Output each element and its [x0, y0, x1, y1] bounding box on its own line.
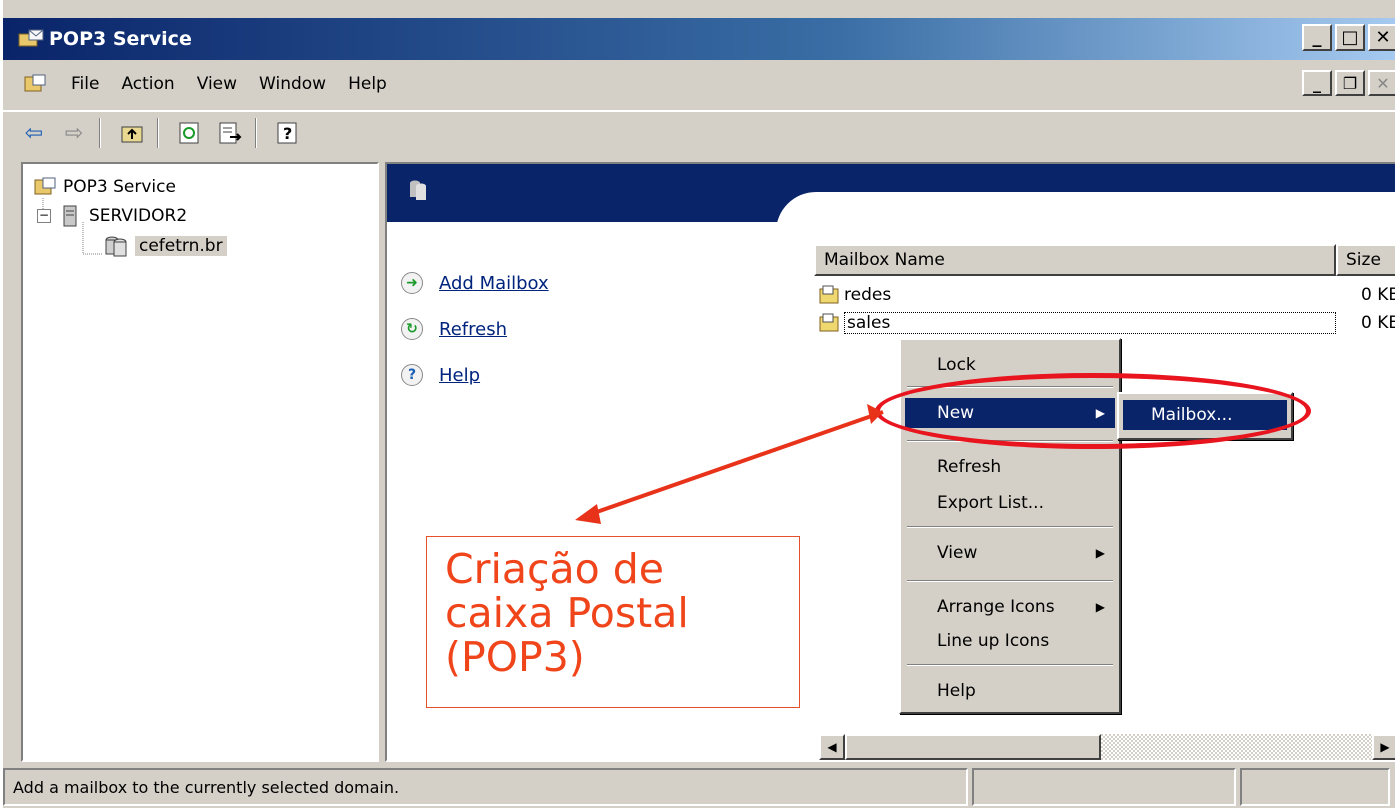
menu-separator — [907, 526, 1113, 528]
menu-item-arrange-icons-label: Arrange Icons — [937, 597, 1055, 617]
submenu-arrow-icon: ▶ — [1095, 600, 1105, 614]
list-item[interactable]: redes 0 KB — [814, 282, 1395, 308]
forward-arrow-icon[interactable]: ⇨ — [57, 116, 91, 150]
refresh-icon: ↻ — [401, 318, 423, 340]
mdi-close-button[interactable]: ✕ — [1368, 70, 1395, 96]
close-button[interactable]: ✕ — [1368, 24, 1395, 51]
submenu-arrow-icon: ▶ — [1095, 546, 1105, 560]
mailbox-name: sales — [844, 312, 1337, 334]
maximize-button[interactable]: □ — [1335, 24, 1365, 51]
menu-item-new-label: New — [937, 403, 975, 423]
menu-item-lock[interactable]: Lock — [905, 350, 1115, 380]
status-panel-2 — [972, 768, 1236, 806]
menu-separator — [907, 664, 1113, 666]
task-add-mailbox[interactable]: ➜ Add Mailbox — [401, 272, 549, 294]
callout-line-2: caixa Postal — [445, 589, 689, 637]
submenu-arrow-icon: ▶ — [1095, 406, 1105, 420]
back-arrow-icon[interactable]: ⇦ — [17, 116, 51, 150]
menu-window[interactable]: Window — [259, 74, 326, 94]
list-item[interactable]: sales 0 KB — [814, 310, 1395, 336]
horizontal-scrollbar[interactable]: ◀ ▶ — [819, 734, 1395, 760]
menu-separator — [907, 386, 1113, 388]
menu-item-new[interactable]: New ▶ — [905, 398, 1115, 428]
collapse-minus-icon[interactable]: − — [37, 209, 51, 223]
toolbar-separator — [157, 118, 159, 148]
export-list-icon[interactable] — [213, 116, 247, 150]
taskpad-header — [387, 164, 1395, 232]
minimize-button[interactable]: _ — [1302, 24, 1332, 51]
toolbar-separator — [99, 118, 101, 148]
scroll-thumb[interactable] — [845, 734, 1101, 760]
scroll-left-icon[interactable]: ◀ — [819, 734, 845, 760]
mdi-minimize-button[interactable]: _ — [1302, 70, 1332, 96]
menu-item-line-up-icons[interactable]: Line up Icons — [905, 626, 1115, 656]
task-help-link[interactable]: Help — [439, 365, 480, 386]
mailbox-icon — [818, 285, 840, 305]
status-bar: Add a mailbox to the currently selected … — [3, 766, 1395, 808]
menu-item-arrange-icons[interactable]: Arrange Icons ▶ — [905, 592, 1115, 622]
mailbox-size: 0 KB — [1360, 285, 1395, 305]
console-doc-icon[interactable] — [23, 73, 49, 95]
menu-file[interactable]: File — [71, 74, 99, 94]
menu-bar: File Action View Window Help _ ❐ ✕ — [3, 62, 1395, 106]
refresh-icon[interactable] — [173, 116, 207, 150]
tree-label-domain: cefetrn.br — [135, 236, 227, 256]
status-text: Add a mailbox to the currently selected … — [3, 768, 968, 806]
tree-label-server: SERVIDOR2 — [89, 206, 188, 226]
menu-help[interactable]: Help — [348, 74, 387, 94]
title-bar[interactable]: POP3 Service _ □ ✕ — [3, 18, 1395, 60]
pop3-app-icon — [17, 28, 45, 50]
mmc-window: POP3 Service _ □ ✕ File Action View Wind… — [0, 0, 1395, 808]
callout-line-3: (POP3) — [445, 633, 585, 681]
svg-text:?: ? — [283, 124, 292, 143]
mailbox-icon — [818, 313, 840, 333]
task-help[interactable]: ? Help — [401, 364, 480, 386]
tree-node-server[interactable]: − SERVIDOR2 — [37, 204, 187, 228]
tree-pane: POP3 Service − SERVIDOR2 cefetrn.br — [21, 162, 379, 762]
menu-item-help[interactable]: Help — [905, 676, 1115, 706]
task-refresh[interactable]: ↻ Refresh — [401, 318, 507, 340]
task-add-mailbox-link[interactable]: Add Mailbox — [439, 273, 549, 294]
mailbox-size: 0 KB — [1360, 313, 1395, 333]
menu-item-mailbox[interactable]: Mailbox... — [1123, 400, 1287, 430]
domain-database-icon — [105, 236, 127, 257]
menu-separator — [907, 580, 1113, 582]
help-question-icon: ? — [401, 364, 423, 386]
toolbar-separator — [255, 118, 257, 148]
menu-item-refresh[interactable]: Refresh — [905, 452, 1115, 482]
mailbox-name: redes — [844, 285, 892, 305]
add-arrow-icon: ➜ — [401, 272, 423, 294]
menu-separator — [907, 440, 1113, 442]
status-panel-3 — [1240, 768, 1390, 806]
toolbar: ⇦ ⇨ ? — [3, 110, 1395, 154]
menu-view[interactable]: View — [197, 74, 237, 94]
column-mailbox-name[interactable]: Mailbox Name — [814, 244, 1336, 276]
up-folder-icon[interactable] — [115, 116, 149, 150]
menu-item-export-list[interactable]: Export List... — [905, 488, 1115, 518]
context-menu: Lock New ▶ Refresh Export List... View ▶… — [899, 338, 1121, 714]
domain-header-icon — [410, 180, 426, 200]
help-icon[interactable]: ? — [271, 116, 305, 150]
tree-node-domain[interactable]: cefetrn.br — [103, 234, 227, 258]
window-title: POP3 Service — [49, 28, 192, 50]
column-size[interactable]: Size — [1336, 244, 1395, 276]
new-submenu: Mailbox... — [1117, 392, 1293, 440]
menu-action[interactable]: Action — [121, 74, 174, 94]
task-refresh-link[interactable]: Refresh — [439, 319, 507, 340]
menu-item-view-label: View — [937, 543, 978, 563]
annotation-callout: Criação de caixa Postal (POP3) — [426, 536, 800, 708]
callout-line-1: Criação de — [445, 545, 665, 593]
menu-item-view[interactable]: View ▶ — [905, 538, 1115, 568]
scroll-right-icon[interactable]: ▶ — [1372, 734, 1395, 760]
mdi-restore-button[interactable]: ❐ — [1335, 70, 1365, 96]
list-header: Mailbox Name Size — [814, 244, 1395, 276]
server-icon — [63, 205, 77, 227]
